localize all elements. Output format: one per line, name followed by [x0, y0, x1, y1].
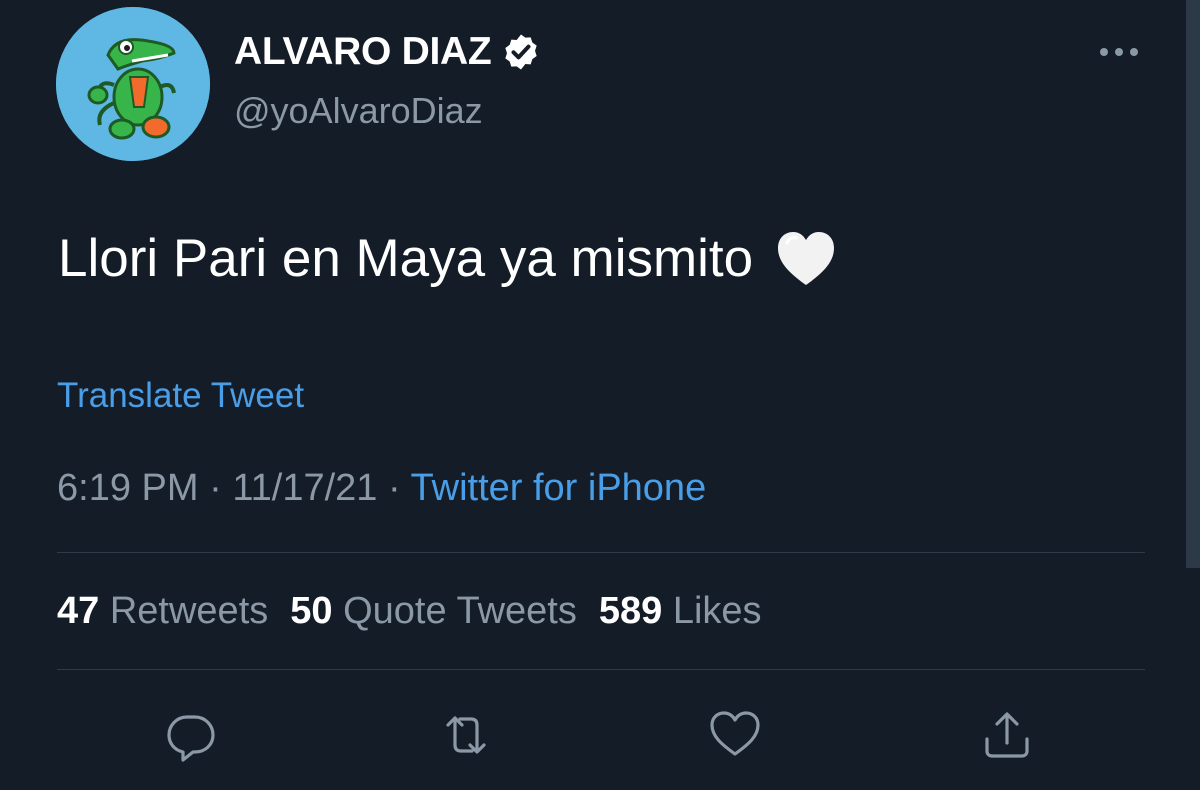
quote-tweets-stat[interactable]: 50 Quote Tweets	[290, 590, 577, 632]
engagement-stats: 47 Retweets 50 Quote Tweets 589 Likes	[57, 590, 784, 633]
tweet-text: Llori Pari en Maya ya mismito	[58, 229, 754, 288]
likes-count: 589	[598, 590, 663, 632]
reply-button[interactable]	[163, 707, 219, 763]
meta-separator: ·	[377, 467, 411, 509]
heart-icon	[710, 711, 760, 756]
translate-tweet-link[interactable]: Translate Tweet	[57, 376, 304, 416]
tweet-metadata: 6:19 PM · 11/17/21 · Twitter for iPhone	[57, 467, 706, 510]
retweets-count: 47	[57, 590, 100, 632]
share-button[interactable]	[979, 707, 1035, 763]
retweets-label: Retweets	[109, 590, 269, 632]
display-name[interactable]: ALVARO DIAZ	[234, 30, 492, 74]
quote-tweets-label: Quote Tweets	[343, 590, 577, 632]
likes-label: Likes	[672, 590, 762, 632]
tweet-detail: ALVARO DIAZ @yoAlvaroDiaz Llori Pari en …	[0, 0, 1200, 790]
action-bar	[0, 707, 1200, 763]
avatar[interactable]	[56, 7, 210, 161]
divider	[57, 669, 1145, 670]
likes-stat[interactable]: 589 Likes	[599, 590, 762, 632]
verified-badge-icon	[505, 34, 538, 70]
quote-tweets-count: 50	[290, 590, 333, 632]
reply-icon	[167, 715, 215, 762]
tweet-time[interactable]: 6:19 PM	[57, 467, 199, 509]
divider	[57, 552, 1145, 553]
more-options-icon[interactable]	[1096, 40, 1142, 64]
share-icon	[985, 712, 1029, 758]
tweet-body: Llori Pari en Maya ya mismito	[58, 228, 837, 289]
meta-separator: ·	[198, 467, 233, 509]
retweets-stat[interactable]: 47 Retweets	[57, 590, 268, 632]
retweet-button[interactable]	[438, 707, 494, 763]
white-heart-icon	[778, 231, 835, 285]
tweet-source-link[interactable]: Twitter for iPhone	[411, 467, 707, 509]
like-button[interactable]	[707, 707, 763, 763]
user-handle[interactable]: @yoAlvaroDiaz	[234, 90, 483, 132]
tweet-date[interactable]: 11/17/21	[232, 467, 377, 509]
crocodile-mascot-icon	[56, 7, 210, 161]
display-name-row[interactable]: ALVARO DIAZ	[234, 30, 541, 74]
retweet-icon	[446, 716, 486, 754]
scrollbar[interactable]	[1186, 0, 1200, 568]
